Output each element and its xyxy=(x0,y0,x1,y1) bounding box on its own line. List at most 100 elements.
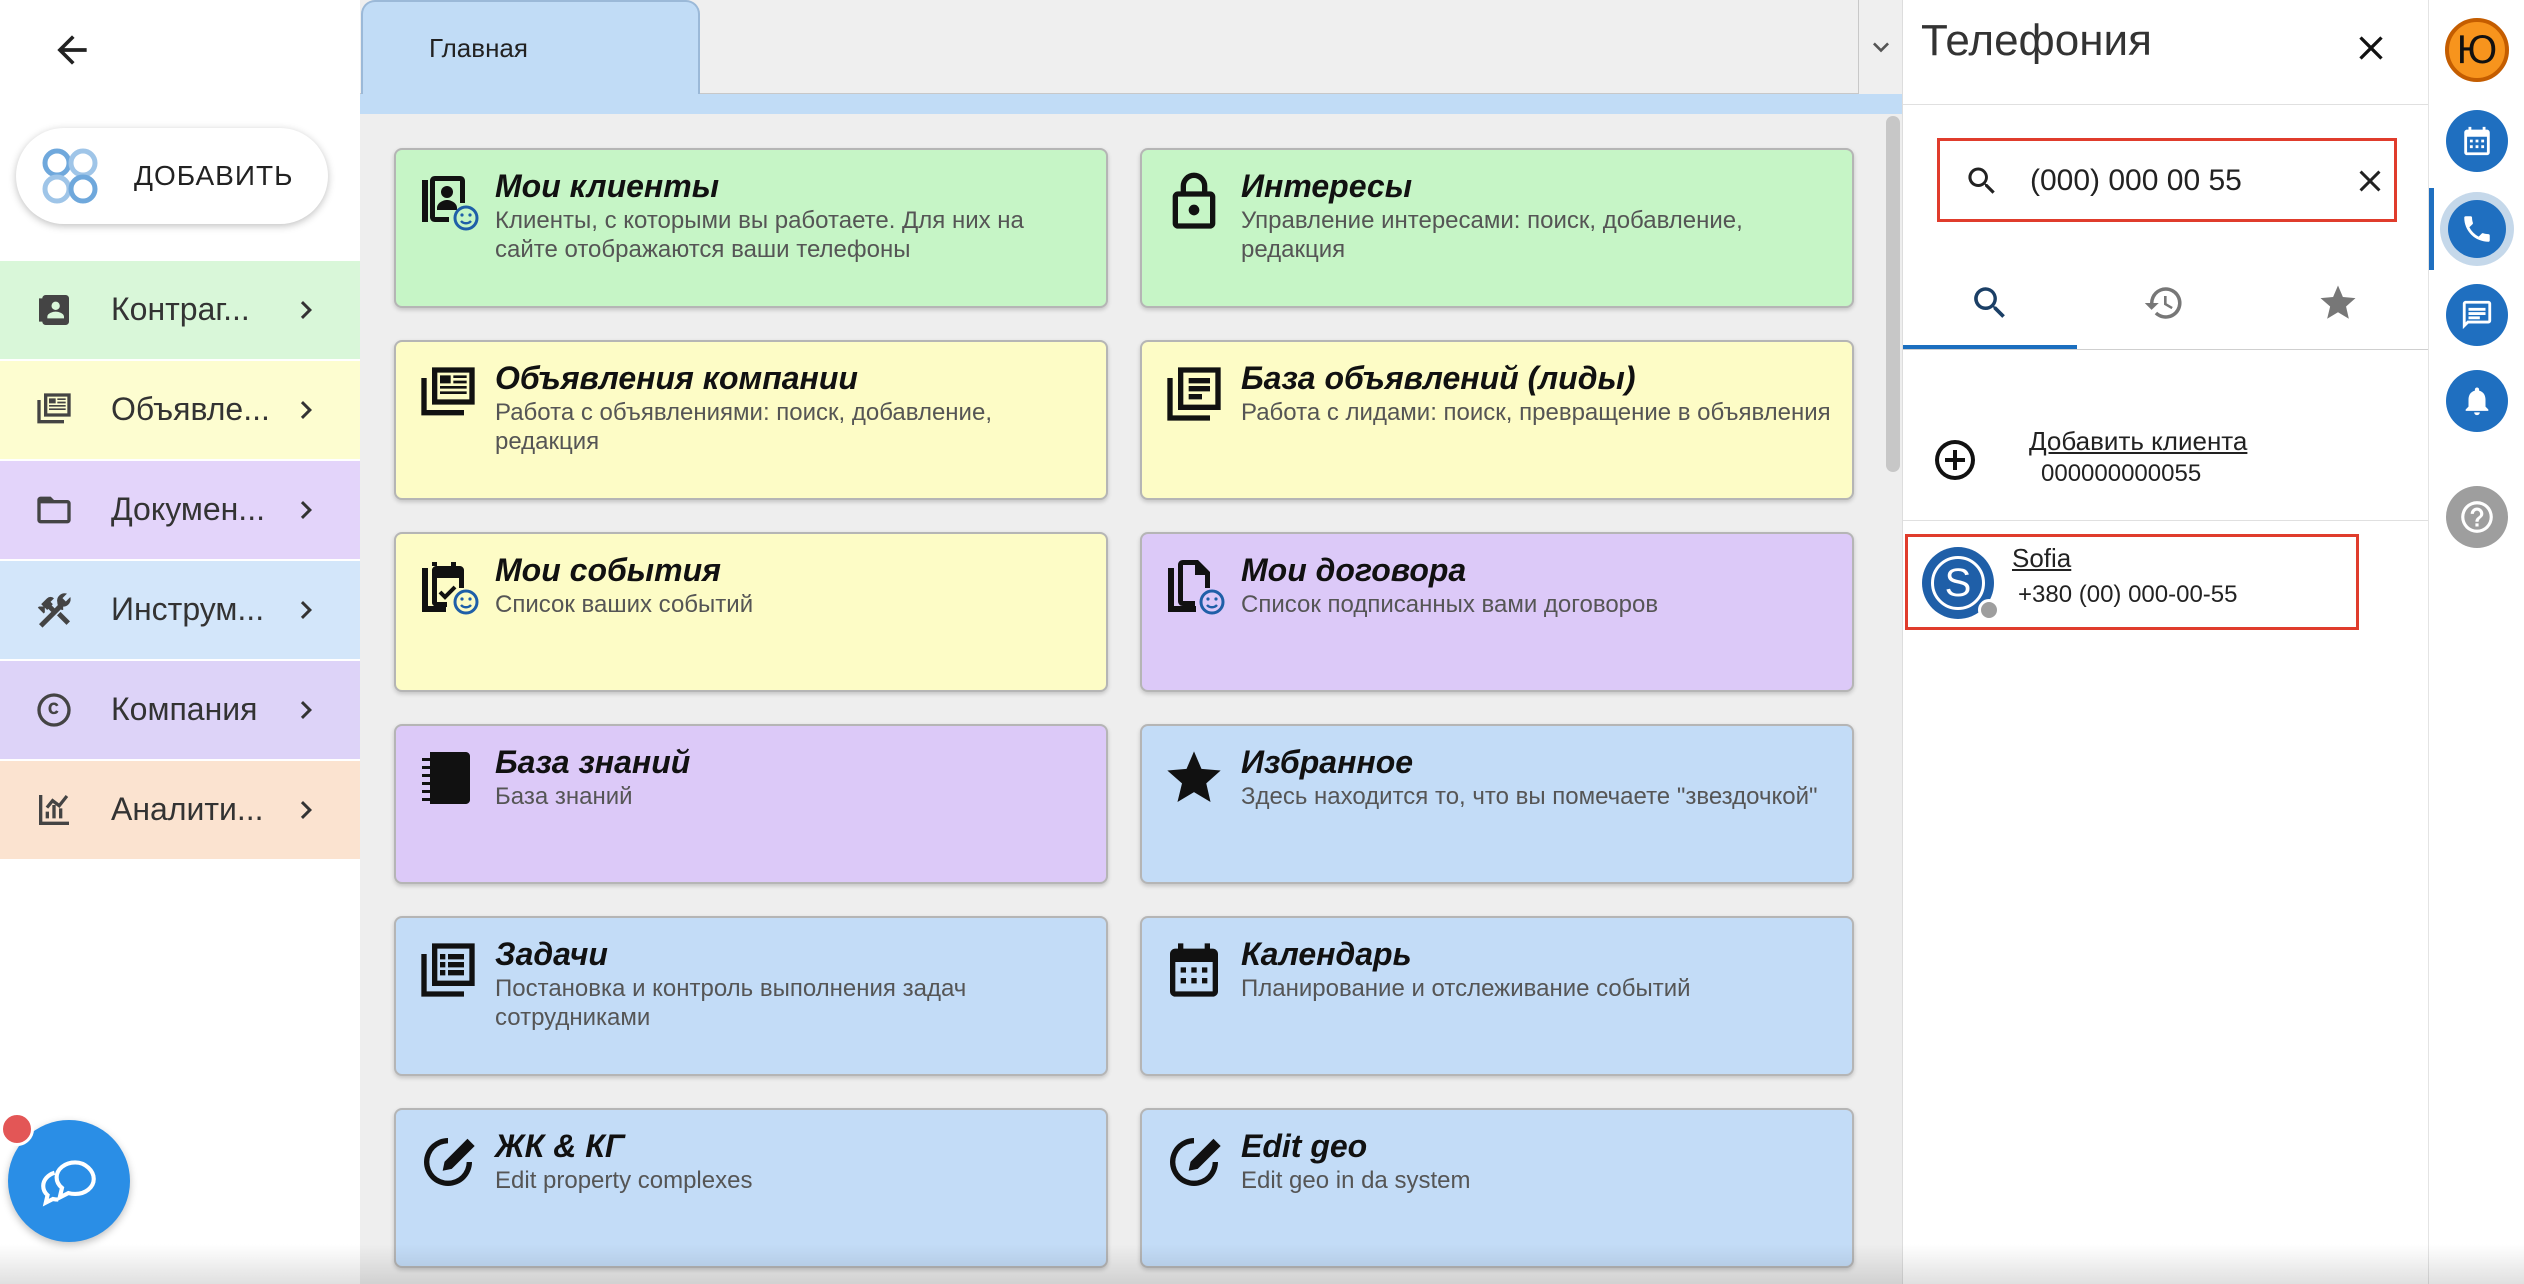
knowledge-base-icon xyxy=(422,752,470,804)
tab-search[interactable] xyxy=(1903,258,2077,348)
card-description: Edit geo in da system xyxy=(1241,1167,1471,1194)
card-title: ЖК & КГ xyxy=(495,1128,625,1164)
contact-result[interactable]: S Sofia +380 (00) 000-00-55 xyxy=(1905,534,2359,630)
card-title: Edit geo xyxy=(1241,1128,1368,1164)
star-icon xyxy=(1167,751,1221,802)
card-description: Edit property complexes xyxy=(495,1167,753,1194)
phone-icon xyxy=(2464,216,2490,242)
messages-button[interactable] xyxy=(2446,284,2508,346)
card-edit-geo[interactable]: Edit geo Edit geo in da system xyxy=(1140,1108,1854,1268)
sidebar-item-label: Контраг... xyxy=(111,291,250,327)
card-interests[interactable]: Интересы Управление интересами: поиск, д… xyxy=(1140,148,1854,308)
card-calendar[interactable]: Календарь Планирование и отслеживание со… xyxy=(1140,916,1854,1076)
contacts-icon xyxy=(39,295,69,325)
calendar-button[interactable] xyxy=(2446,110,2508,172)
card-title: Избранное xyxy=(1241,744,1414,780)
card-title: База знаний xyxy=(495,744,691,780)
sidebar-item-label: Компания xyxy=(111,691,258,727)
card-title: Календарь xyxy=(1241,936,1412,972)
card-title: Объявления компании xyxy=(495,360,858,396)
active-tab-strip xyxy=(360,94,1902,114)
help-button[interactable] xyxy=(2446,486,2508,548)
plus-circle-icon xyxy=(1935,440,1975,480)
sidebar-item-listings[interactable]: Объявле... xyxy=(0,361,360,459)
card-description: База знаний xyxy=(495,783,633,810)
card-description: Список подписанных вами договоров xyxy=(1241,591,1659,618)
card-title: Задачи xyxy=(495,936,608,972)
card-title: База объявлений (лиды) xyxy=(1241,360,1636,396)
sidebar-item-tools[interactable]: Инструм... xyxy=(0,561,360,659)
sidebar-item-label: Аналити... xyxy=(111,791,264,827)
telephony-button-inner xyxy=(2448,200,2506,258)
right-icon-rail: Ю xyxy=(2428,0,2524,1284)
tab-favorites[interactable] xyxy=(2251,258,2425,348)
telephony-panel: Телефония Добавить клиента 000000000055 … xyxy=(1902,0,2429,1284)
chevron-right-icon xyxy=(300,701,312,719)
card-description: Работа с объявлениями: поиск, добавление… xyxy=(495,399,992,455)
card-title: Мои клиенты xyxy=(495,168,720,204)
card-my-clients[interactable]: Мои клиенты Клиенты, с которыми вы работ… xyxy=(394,148,1108,308)
user-avatar[interactable]: Ю xyxy=(2445,18,2509,82)
sidebar-item-company[interactable]: Компания xyxy=(0,661,360,759)
leads-icon xyxy=(1167,367,1221,421)
chevron-right-icon xyxy=(300,401,312,419)
divider xyxy=(1903,104,2429,105)
chevron-right-icon xyxy=(300,301,312,319)
phone-search-box xyxy=(1937,138,2397,222)
calendar-icon xyxy=(2464,126,2490,156)
add-button[interactable]: ДОБАВИТЬ xyxy=(16,128,328,224)
back-button[interactable] xyxy=(40,18,104,82)
chevron-down-icon xyxy=(1872,42,1889,53)
tab-home-label: Главная xyxy=(429,32,528,63)
card-property-complexes[interactable]: ЖК & КГ Edit property complexes xyxy=(394,1108,1108,1268)
close-telephony-button[interactable] xyxy=(2343,20,2399,76)
card-knowledge-base[interactable]: База знаний База знаний xyxy=(394,724,1108,884)
add-logo-icon xyxy=(42,148,98,204)
listing-icon xyxy=(37,393,71,424)
contact-avatar-initial: S xyxy=(1931,556,1985,610)
sidebar-item-documents[interactable]: Докумен... xyxy=(0,461,360,559)
left-sidebar: ДОБАВИТЬ Контраг... Объявле... Докумен..… xyxy=(0,0,360,1284)
main-area: Главная Мои клиенты Клиенты, с которыми … xyxy=(360,0,1902,1284)
edit-icon xyxy=(1170,1138,1221,1186)
divider xyxy=(1903,520,2429,521)
listing-icon xyxy=(421,367,475,416)
chat-bubbles-icon xyxy=(41,1160,96,1207)
tabs-dropdown-button[interactable] xyxy=(1858,0,1902,94)
phone-search-input[interactable] xyxy=(2028,159,2328,203)
help-icon xyxy=(2461,501,2493,533)
chevron-right-icon xyxy=(300,801,312,819)
card-favorites[interactable]: Избранное Здесь находится то, что вы пом… xyxy=(1140,724,1854,884)
card-company-listings[interactable]: Объявления компании Работа с объявлениям… xyxy=(394,340,1108,500)
telephony-button[interactable] xyxy=(2440,192,2514,266)
copyright-icon xyxy=(37,693,71,727)
tab-bar: Главная xyxy=(360,0,1902,94)
sidebar-item-label: Объявле... xyxy=(111,391,270,427)
contact-name-link[interactable]: Sofia xyxy=(2012,543,2071,574)
main-scrollbar[interactable] xyxy=(1886,116,1900,472)
card-tasks[interactable]: Задачи Постановка и контроль выполнения … xyxy=(394,916,1108,1076)
card-description: Клиенты, с которыми вы работаете. Для ни… xyxy=(495,207,1024,263)
history-icon xyxy=(2144,287,2182,319)
sidebar-item-contractors[interactable]: Контраг... xyxy=(0,261,360,359)
tab-home[interactable]: Главная xyxy=(361,0,700,94)
card-description: Управление интересами: поиск, добавление… xyxy=(1241,207,1743,263)
card-leads-base[interactable]: База объявлений (лиды) Работа с лидами: … xyxy=(1140,340,1854,500)
sidebar-item-analytics[interactable]: Аналити... xyxy=(0,761,360,859)
card-my-contracts[interactable]: Мои договора Список подписанных вами дог… xyxy=(1140,532,1854,692)
clear-search-icon[interactable] xyxy=(2352,163,2388,199)
notifications-button[interactable] xyxy=(2446,370,2508,432)
bell-icon xyxy=(2465,387,2489,416)
add-client-item[interactable]: Добавить клиента 000000000055 xyxy=(1923,424,2403,494)
add-button-label: ДОБАВИТЬ xyxy=(134,160,294,191)
tab-history[interactable] xyxy=(2077,258,2251,348)
chevron-right-icon xyxy=(300,501,312,519)
telephony-title: Телефония xyxy=(1921,16,2152,65)
lock-icon xyxy=(1172,172,1216,229)
arrow-back-icon xyxy=(57,35,87,65)
card-my-events[interactable]: Мои события Список ваших событий xyxy=(394,532,1108,692)
add-client-number: 000000000055 xyxy=(2041,460,2202,487)
card-title: Мои договора xyxy=(1241,552,1467,588)
add-client-link[interactable]: Добавить клиента xyxy=(2029,426,2247,457)
card-description: Список ваших событий xyxy=(495,591,754,618)
